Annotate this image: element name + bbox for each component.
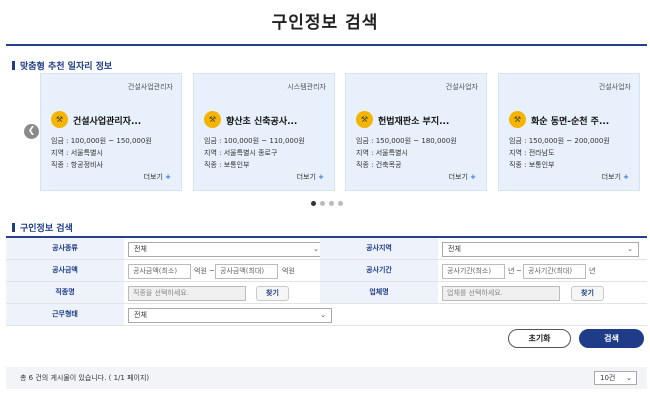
job-card[interactable]: 시스템관리자 ⚒ 향산초 신축공사... 임금 : 100,000원 ~ 110… xyxy=(193,73,335,191)
period-min-input[interactable]: 공사기간(최소) xyxy=(442,264,505,279)
plus-icon: + xyxy=(623,173,629,181)
work-form-select[interactable]: 전체 ⌄ xyxy=(128,308,332,323)
work-type-select[interactable]: 전체 ⌄ xyxy=(128,242,325,257)
reset-button[interactable]: 초기화 xyxy=(508,329,571,348)
page-title: 구인정보 검색 xyxy=(271,13,379,33)
card-region: 지역 : 서울특별시 xyxy=(51,149,103,157)
card-more-link[interactable]: 더보기 + xyxy=(449,172,476,182)
title-divider xyxy=(6,44,647,46)
search-section-title: 구인정보 검색 xyxy=(12,221,73,234)
search-title-text: 구인정보 검색 xyxy=(20,224,73,234)
amount-min-input[interactable]: 공사금액(최소) xyxy=(128,264,191,279)
card-region: 지역 : 전라남도 xyxy=(509,149,555,157)
period-max-input[interactable]: 공사기간(최대) xyxy=(523,264,586,279)
result-bar: 총 6 건의 게시물이 있습니다. ( 1/1 페이지) 10건 ⌄ xyxy=(6,367,647,389)
work-period-label: 공사기간 xyxy=(320,260,438,281)
result-summary: 총 6 건의 게시물이 있습니다. ( 1/1 페이지) xyxy=(20,374,150,382)
card-category: 건설사업자 xyxy=(445,83,478,91)
work-type-label: 공사종류 xyxy=(6,238,124,259)
chevron-down-icon: ⌄ xyxy=(627,245,633,253)
plus-icon: + xyxy=(318,173,324,181)
period-unit: 년 xyxy=(508,267,515,275)
page-size-value: 10건 xyxy=(600,374,616,382)
recommend-carousel: 건설사업관리자 ⚒ 건설사업관리자... 임금 : 100,000원 ~ 150… xyxy=(22,73,640,193)
card-more-link[interactable]: 더보기 + xyxy=(297,172,324,182)
job-card[interactable]: 건설사업자 ⚒ 화순 동면-순천 주... 임금 : 150,000원 ~ 20… xyxy=(498,73,640,191)
chevron-down-icon: ⌄ xyxy=(626,374,632,382)
company-logo-icon: ⚒ xyxy=(204,111,221,128)
chevron-down-icon: ⌄ xyxy=(320,311,326,319)
card-more-link[interactable]: 더보기 + xyxy=(144,172,171,182)
work-type-value: 전체 xyxy=(134,245,147,253)
card-region: 지역 : 서울특별시 xyxy=(356,149,408,157)
amount-max-input[interactable]: 공사금액(최대) xyxy=(215,264,278,279)
card-job: 직종 : 보통인부 xyxy=(204,161,250,169)
carousel-dot[interactable] xyxy=(320,201,325,206)
amount-separator: ~ xyxy=(209,267,215,275)
chevron-down-icon: ⌄ xyxy=(313,245,319,253)
amount-unit: 억원 xyxy=(194,267,207,275)
company-logo-icon: ⚒ xyxy=(509,111,526,128)
carousel-dot[interactable] xyxy=(338,201,343,206)
recommend-title-text: 맞춤형 추천 일자리 정보 xyxy=(20,62,113,72)
job-card[interactable]: 건설사업자 ⚒ 헌법재판소 부지... 임금 : 150,000원 ~ 180,… xyxy=(345,73,487,191)
section-marker xyxy=(12,223,15,232)
more-label: 더보기 xyxy=(448,173,468,181)
card-company: 건설사업관리자... xyxy=(73,117,142,127)
card-pay: 임금 : 150,000원 ~ 200,000원 xyxy=(509,137,610,145)
more-label: 더보기 xyxy=(143,173,163,181)
carousel-dots xyxy=(311,201,343,206)
card-job: 직종 : 항공정비사 xyxy=(51,161,103,169)
amount-unit: 억원 xyxy=(282,267,295,275)
job-name-label: 직종명 xyxy=(6,282,124,303)
company-name-input[interactable]: 업체를 선택하세요. xyxy=(442,286,560,301)
carousel-dot[interactable] xyxy=(329,201,334,206)
card-pay: 임금 : 100,000원 ~ 150,000원 xyxy=(51,137,152,145)
card-pay: 임금 : 100,000원 ~ 110,000원 xyxy=(204,137,305,145)
period-separator: ~ xyxy=(516,267,522,275)
form-row: 직종명 직종을 선택하세요. 찾기 업체명 업체를 선택하세요. 찾기 xyxy=(6,282,647,304)
plus-icon: + xyxy=(470,173,476,181)
card-more-link[interactable]: 더보기 + xyxy=(602,172,629,182)
more-label: 더보기 xyxy=(296,173,316,181)
company-logo-icon: ⚒ xyxy=(356,111,373,128)
form-row: 공사금액 공사금액(최소) 억원 ~ 공사금액(최대) 억원 공사기간 공사기간… xyxy=(6,260,647,282)
card-category: 시스템관리자 xyxy=(287,83,326,91)
card-category: 건설사업관리자 xyxy=(127,83,173,91)
recommend-section-title: 맞춤형 추천 일자리 정보 xyxy=(12,59,112,72)
card-company: 화순 동면-순천 주... xyxy=(531,117,610,127)
page-size-select[interactable]: 10건 ⌄ xyxy=(594,371,637,385)
work-region-value: 전체 xyxy=(448,245,461,253)
card-job: 직종 : 건축목공 xyxy=(356,161,402,169)
company-logo-icon: ⚒ xyxy=(51,111,68,128)
form-row: 공사종류 전체 ⌄ 공사지역 전체 ⌄ xyxy=(6,238,647,260)
find-company-button[interactable]: 찾기 xyxy=(571,286,604,301)
card-company: 헌법재판소 부지... xyxy=(378,117,450,127)
work-region-select[interactable]: 전체 ⌄ xyxy=(442,242,639,257)
find-job-button[interactable]: 찾기 xyxy=(256,286,289,301)
card-category: 건설사업자 xyxy=(598,83,631,91)
work-form-label: 근무형태 xyxy=(6,304,124,325)
period-unit: 년 xyxy=(589,267,596,275)
search-button[interactable]: 검색 xyxy=(579,329,644,348)
work-amount-label: 공사금액 xyxy=(6,260,124,281)
more-label: 더보기 xyxy=(601,173,621,181)
company-name-label: 업체명 xyxy=(320,282,438,303)
card-company: 향산초 신축공사... xyxy=(226,117,298,127)
carousel-dot[interactable] xyxy=(311,201,316,206)
work-form-value: 전체 xyxy=(134,311,147,319)
form-row: 근무형태 전체 ⌄ xyxy=(6,304,647,326)
card-pay: 임금 : 150,000원 ~ 180,000원 xyxy=(356,137,457,145)
search-form: 공사종류 전체 ⌄ 공사지역 전체 ⌄ 공사금액 공사금액(최소) 억원 ~ 공… xyxy=(6,236,647,326)
card-region: 지역 : 서울특별시 종로구 xyxy=(204,149,278,157)
card-job: 직종 : 보통인부 xyxy=(509,161,555,169)
job-name-input[interactable]: 직종을 선택하세요. xyxy=(128,286,246,301)
job-card[interactable]: 건설사업관리자 ⚒ 건설사업관리자... 임금 : 100,000원 ~ 150… xyxy=(40,73,182,191)
plus-icon: + xyxy=(165,173,171,181)
section-marker xyxy=(12,61,15,70)
work-region-label: 공사지역 xyxy=(320,238,438,259)
